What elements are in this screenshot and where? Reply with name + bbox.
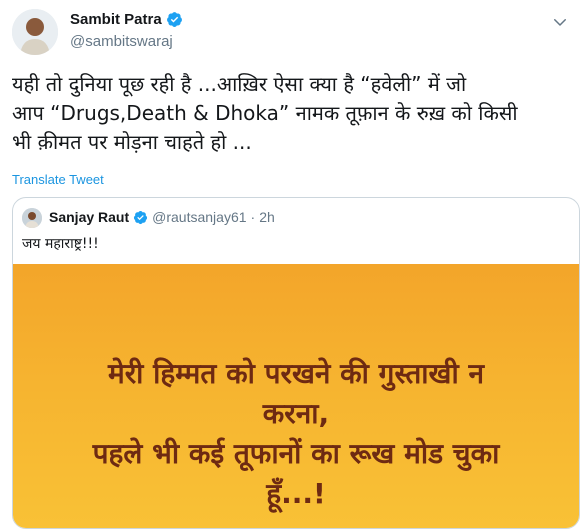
tweet-line: आप “Drugs,Death & Dhoka” नामक तूफ़ान के … [12,101,518,125]
tweet-card: Sambit Patra @sambitswaraj यही तो दुनिया… [0,0,581,529]
quoted-tweet[interactable]: Sanjay Raut @rautsanjay61 · 2h जय महाराष… [12,197,580,529]
image-text-line: मेरी हिम्मत को परखने की गुस्ताखी न [107,357,484,390]
user-avatar-photo-icon [12,9,58,55]
dot-separator: · [250,209,256,225]
quoted-tweet-text: जय महाराष्ट्र!!! [22,236,99,252]
chevron-down-icon[interactable] [551,13,569,31]
author-name-text[interactable]: Sambit Patra [70,11,162,28]
quoted-author-name[interactable]: Sanjay Raut [49,209,129,225]
author-handle[interactable]: @sambitswaraj [70,33,173,50]
verified-badge-icon [166,12,182,27]
user-avatar-photo-icon [22,208,42,228]
quoted-tweet-header: Sanjay Raut @rautsanjay61 · 2h [49,209,275,225]
image-text-line: हूँ...! [266,477,326,510]
quoted-tweet-time[interactable]: 2h [259,209,275,225]
quoted-author-handle[interactable]: @rautsanjay61 [152,209,246,225]
author-name[interactable]: Sambit Patra [70,11,183,28]
image-text-line: करना, [262,397,330,430]
tweet-line: यही तो दुनिया पूछ रही है ...आख़िर ऐसा क्… [12,72,467,96]
tweet-text: यही तो दुनिया पूछ रही है ...आख़िर ऐसा क्… [12,70,572,157]
tweet-line: भी क़ीमत पर मोड़ना चाहते हो ... [12,130,252,154]
quoted-tweet-image[interactable]: मेरी हिम्मत को परखने की गुस्ताखी न करना,… [13,264,579,528]
author-avatar[interactable] [12,9,58,55]
translate-tweet-link[interactable]: Translate Tweet [12,172,104,187]
image-text: मेरी हिम्मत को परखने की गुस्ताखी न करना,… [13,354,579,514]
image-text-line: पहले भी कई तूफानों का रूख मोड चुका [92,437,500,470]
verified-badge-icon [134,210,148,224]
quoted-author-avatar[interactable] [22,208,42,228]
